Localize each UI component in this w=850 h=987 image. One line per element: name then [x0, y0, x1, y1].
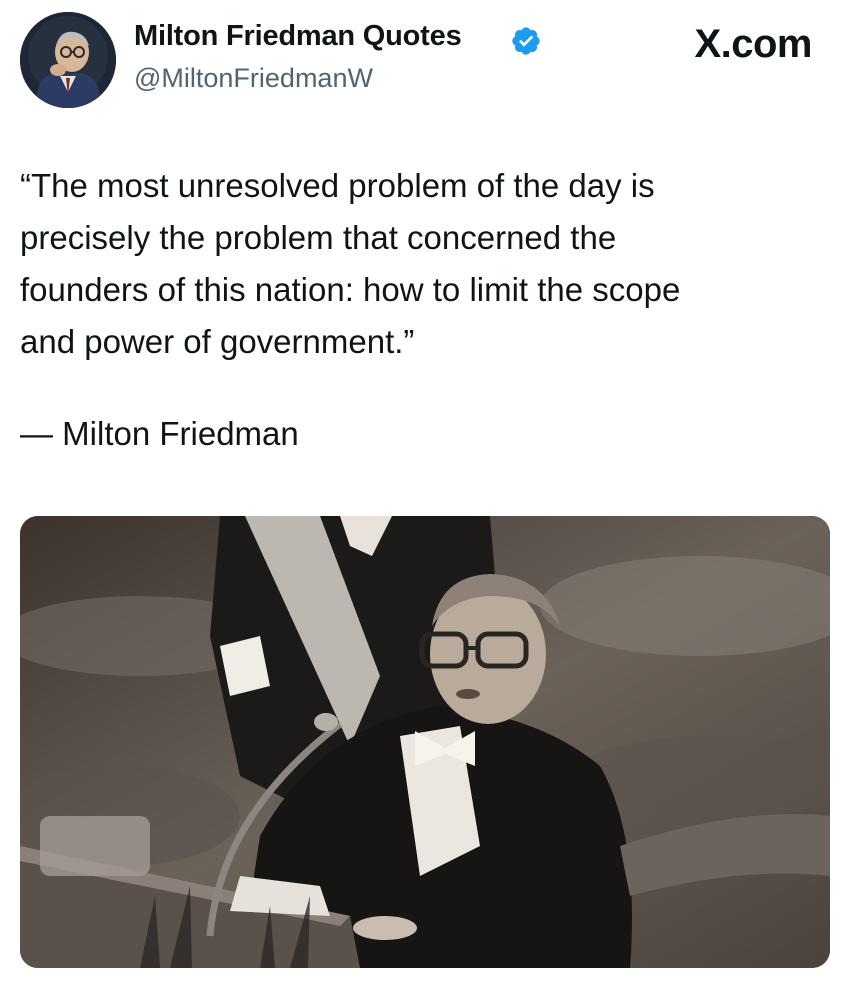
quote-text: “The most unresolved problem of the day …: [20, 160, 830, 368]
quote-line: founders of this nation: how to limit th…: [20, 271, 681, 308]
quote-attribution: — Milton Friedman: [20, 415, 299, 452]
author-display-name[interactable]: Milton Friedman Quotes: [134, 20, 462, 53]
post-photo[interactable]: [20, 516, 830, 968]
brand-label: X.com: [694, 22, 812, 66]
quote-line: “The most unresolved problem of the day …: [20, 167, 655, 204]
quote-line: precisely the problem that concerned the: [20, 219, 617, 256]
verified-badge-icon: [512, 27, 540, 55]
author-handle[interactable]: @MiltonFriedmanW: [134, 63, 373, 94]
author-avatar[interactable]: [20, 12, 116, 108]
quote-line: and power of government.”: [20, 323, 415, 360]
